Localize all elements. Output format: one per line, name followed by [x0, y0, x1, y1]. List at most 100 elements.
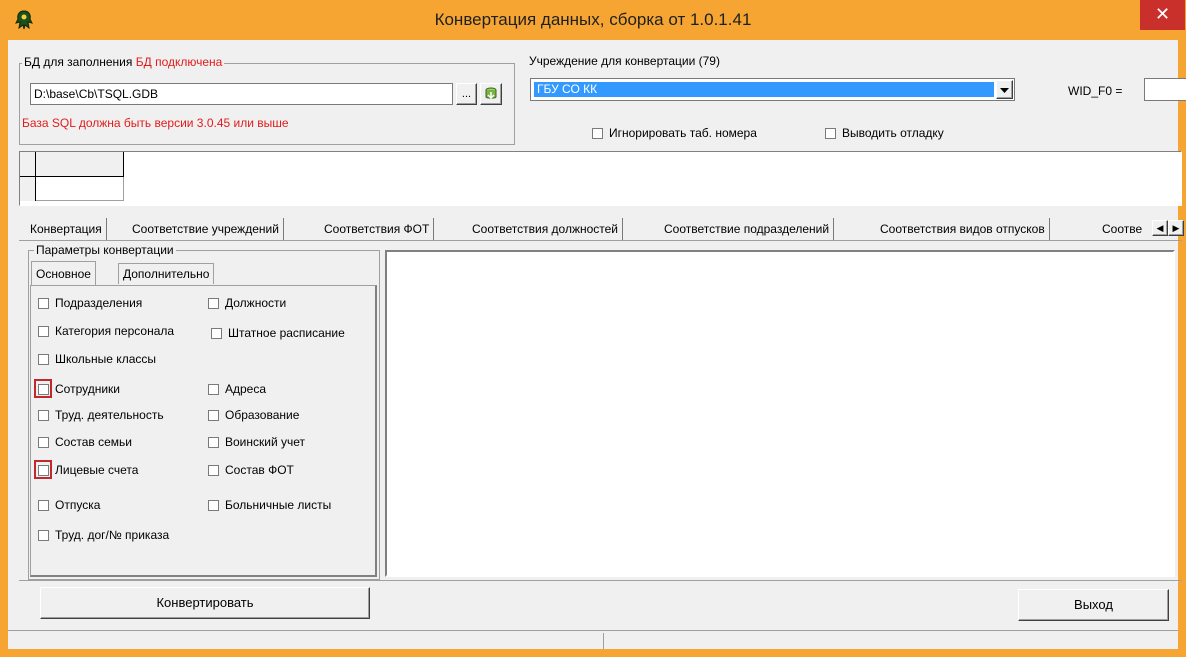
log-output-area[interactable] — [385, 250, 1175, 577]
checkbox-label: Должности — [225, 296, 287, 310]
status-panel-left — [8, 633, 604, 649]
checkbox-label: Штатное расписание — [228, 326, 345, 340]
tab-fot[interactable]: Соответствия ФОТ — [320, 218, 435, 240]
cb-fot-composition[interactable]: Состав ФОТ — [208, 460, 294, 480]
cb-work-activity[interactable]: Труд. деятельность — [38, 405, 164, 425]
cb-personal-accounts[interactable]: Лицевые счета — [38, 460, 138, 480]
cb-sick-leaves[interactable]: Больничные листы — [208, 495, 331, 515]
checkbox[interactable] — [208, 410, 219, 422]
checkbox-label: Подразделения — [55, 296, 143, 310]
cb-military[interactable]: Воинский учет — [208, 432, 305, 452]
cb-departments[interactable]: Подразделения — [38, 293, 142, 313]
tab-positions[interactable]: Соответствия должностей — [468, 218, 624, 240]
grid-row-header — [20, 177, 36, 201]
tab-departments[interactable]: Соответствие подразделений — [660, 218, 835, 240]
cb-vacations[interactable]: Отпуска — [38, 495, 100, 515]
cb-school-classes[interactable]: Школьные классы — [38, 349, 156, 369]
cb-staff-category[interactable]: Категория персонала — [38, 321, 174, 341]
checkbox[interactable] — [38, 410, 49, 422]
checkbox[interactable] — [38, 530, 49, 542]
tab-label: Соотве — [1102, 222, 1143, 236]
checkbox-label: Состав ФОТ — [225, 463, 294, 477]
institution-selected: ГБУ СО КК — [534, 82, 994, 97]
checkbox[interactable] — [208, 465, 219, 477]
subtab-main[interactable]: Основное — [31, 261, 96, 286]
browse-button[interactable]: ... — [456, 83, 477, 105]
connect-button[interactable] — [480, 83, 502, 105]
window-title: Конвертация данных, сборка от 1.0.1.41 — [434, 10, 752, 29]
db-group-label: БД для заполнения — [24, 55, 133, 69]
tab-label: Соответствия видов отпусков — [880, 222, 1045, 236]
checkbox-label: Состав семьи — [55, 435, 132, 449]
highlight-employees — [34, 379, 52, 398]
debug-output-label: Выводить отладку — [842, 126, 944, 140]
close-icon: ✕ — [1154, 4, 1171, 24]
institution-label: Учреждение для конвертации (79) — [529, 54, 720, 68]
checkbox[interactable] — [38, 298, 49, 310]
tab-label: Соответствия ФОТ — [324, 222, 430, 236]
tab-scroll-left-button[interactable]: ◀ — [1152, 220, 1168, 236]
exit-button[interactable]: Выход — [1018, 589, 1169, 621]
tab-leave-types[interactable]: Соответствия видов отпусков — [876, 218, 1050, 240]
tab-row-divider — [19, 240, 1182, 241]
grid-corner-cell — [20, 152, 36, 177]
subtab-extra[interactable]: Дополнительно — [118, 263, 215, 284]
exit-button-label: Выход — [1074, 597, 1113, 612]
main-tabs: Конвертация Соответствие учреждений Соот… — [26, 218, 1166, 240]
wid-input[interactable] — [1144, 78, 1186, 101]
db-version-warning: База SQL должна быть версии 3.0.45 или в… — [22, 116, 289, 130]
checkbox-label: Категория персонала — [55, 324, 175, 338]
cb-staff-schedule[interactable]: Штатное расписание — [211, 323, 345, 343]
checkbox[interactable] — [38, 437, 49, 449]
debug-output-option[interactable]: Выводить отладку — [825, 123, 944, 143]
chevron-down-icon — [1000, 88, 1009, 93]
tab-label: Соответствие подразделений — [664, 222, 830, 236]
checkbox[interactable] — [208, 384, 219, 396]
checkbox[interactable] — [208, 298, 219, 310]
tab-scroll-right-button[interactable]: ▶ — [1168, 220, 1184, 236]
checkbox-label: Больничные листы — [225, 498, 332, 512]
ignore-tab-numbers-option[interactable]: Игнорировать таб. номера — [592, 123, 757, 143]
checkbox-label: Образование — [225, 408, 300, 422]
grid-header-cell — [36, 152, 124, 177]
cb-education[interactable]: Образование — [208, 405, 299, 425]
checkbox-label: Отпуска — [55, 498, 101, 512]
close-button[interactable]: ✕ — [1140, 0, 1185, 30]
checkbox-label: Труд. дог/№ приказа — [55, 528, 170, 542]
highlight-personal-accounts — [34, 460, 52, 479]
checkbox[interactable] — [38, 326, 49, 338]
checkbox[interactable] — [208, 437, 219, 449]
tab-label: Конвертация — [30, 222, 102, 236]
checkbox-label: Школьные классы — [55, 352, 156, 366]
db-connect-icon — [485, 87, 497, 100]
checkbox[interactable] — [208, 500, 219, 512]
grid-cell[interactable] — [36, 177, 124, 201]
db-path-field[interactable]: D:\base\Cb\TSQL.GDB — [30, 83, 453, 105]
checkbox[interactable] — [38, 500, 49, 512]
institution-dropdown-button[interactable] — [996, 80, 1013, 99]
checkbox[interactable] — [211, 328, 222, 340]
checkbox-label: Сотрудники — [55, 382, 120, 396]
cb-positions[interactable]: Должности — [208, 293, 286, 313]
db-status-label: БД подключена — [135, 55, 223, 69]
wid-label: WID_F0 = — [1068, 84, 1123, 98]
ignore-tab-numbers-label: Игнорировать таб. номера — [609, 126, 757, 140]
checkbox[interactable] — [38, 354, 49, 366]
convert-button-label: Конвертировать — [156, 595, 254, 610]
data-grid-strip[interactable] — [19, 151, 1182, 206]
tab-institutions[interactable]: Соответствие учреждений — [128, 218, 284, 240]
subtab-label: Основное — [36, 267, 91, 281]
debug-output-checkbox[interactable] — [825, 128, 836, 140]
checkbox-label: Воинский учет — [225, 435, 306, 449]
cb-addresses[interactable]: Адреса — [208, 379, 266, 399]
institution-select[interactable]: ГБУ СО КК — [530, 78, 1015, 101]
tab-more[interactable]: Соотве — [1098, 218, 1146, 240]
tab-conversion[interactable]: Конвертация — [26, 218, 107, 240]
cb-family[interactable]: Состав семьи — [38, 432, 132, 452]
ignore-tab-numbers-checkbox[interactable] — [592, 128, 603, 140]
status-panel-right — [608, 633, 1173, 649]
bottom-panel-divider — [19, 580, 1182, 581]
convert-button[interactable]: Конвертировать — [40, 587, 370, 619]
cb-labor-contract[interactable]: Труд. дог/№ приказа — [38, 525, 169, 545]
checkbox-label: Лицевые счета — [55, 463, 139, 477]
